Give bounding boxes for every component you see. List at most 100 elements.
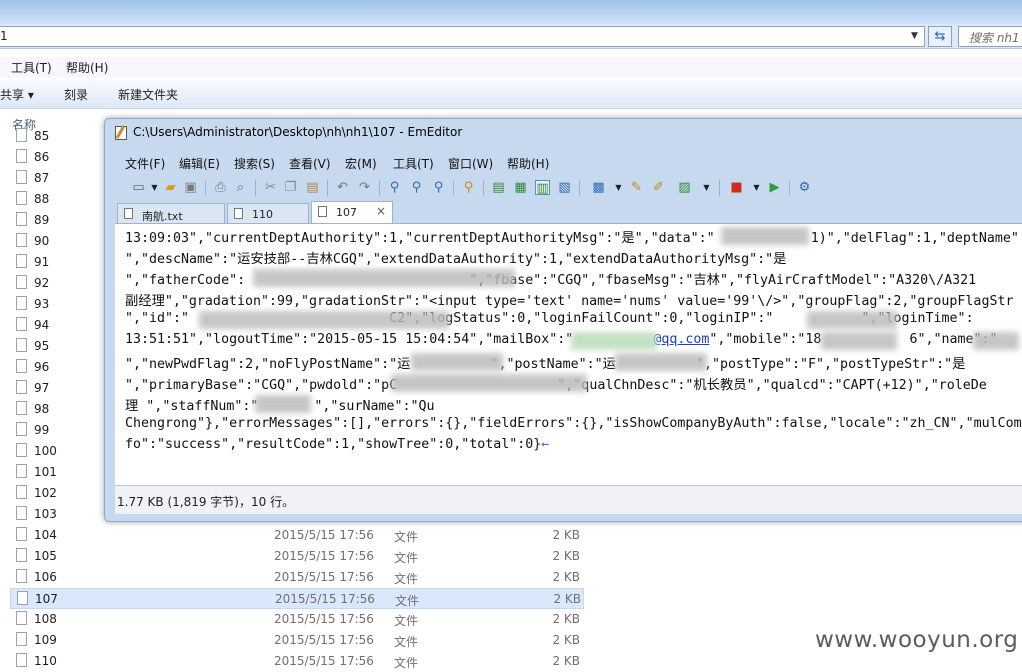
file-type: 文件 (394, 656, 419, 670)
explorer-command-bar: 共享 ▾ 刻录 新建文件夹 (0, 80, 1022, 109)
file-icon (16, 149, 27, 163)
find-in-files-icon[interactable]: ⚲ (461, 180, 476, 195)
plugin-icon[interactable]: ⚙ (797, 180, 812, 195)
macro-dropdown-icon[interactable]: ▼ (749, 180, 764, 195)
run-macro-icon[interactable]: ▶ (767, 180, 782, 195)
file-name: 92 (34, 276, 50, 290)
document-icon (234, 208, 243, 219)
address-field[interactable]: 1 ▼ (0, 26, 925, 47)
line-text: 13:51:51","logoutTime":"2015-05-15 15:04… (125, 332, 574, 347)
toolbar-separator (379, 180, 380, 196)
menu-search[interactable]: 搜索(S) (234, 155, 275, 172)
copy-icon[interactable]: ❐ (283, 180, 298, 195)
menu-tools[interactable]: 工具(T) (11, 59, 52, 76)
file-row[interactable]: 104 2015/5/15 17:56 文件 2 KB (10, 525, 584, 546)
file-row[interactable]: 106 2015/5/15 17:56 文件 2 KB (10, 567, 584, 588)
menu-window[interactable]: 窗口(W) (448, 155, 493, 172)
share-button[interactable]: 共享 ▾ (0, 86, 34, 103)
redo-icon[interactable]: ↷ (357, 180, 372, 195)
new-file-icon[interactable]: ▭ (131, 180, 146, 195)
file-type: 文件 (394, 551, 419, 565)
file-icon (16, 254, 27, 268)
tab-107[interactable]: 107 × (311, 201, 393, 223)
new-dropdown-icon[interactable]: ▼ (147, 180, 162, 195)
tab-110[interactable]: 110 (227, 203, 309, 223)
text-line: 副经理","gradation":99,"gradationStr":"<inp… (125, 294, 1014, 309)
email-link[interactable]: @qq.com (653, 332, 709, 347)
redaction-blur (615, 353, 707, 371)
file-row[interactable]: 105 2015/5/15 17:56 文件 2 KB (10, 546, 584, 567)
text-line: 13:09:03","currentDeptAuthority":1,"curr… (125, 231, 1019, 246)
menu-macro[interactable]: 宏(M) (345, 155, 377, 172)
file-icon (16, 275, 27, 289)
file-icon (17, 591, 28, 605)
file-row[interactable]: 109 2015/5/15 17:56 文件 2 KB (10, 630, 584, 651)
menu-file[interactable]: 文件(F) (125, 155, 165, 172)
stop-macro-icon[interactable]: ■ (729, 180, 744, 195)
text-line: fo":"success","resultCode":1,"showTree":… (125, 437, 549, 452)
chart-icon[interactable]: ▨ (677, 180, 692, 195)
redaction-blur (411, 353, 503, 371)
menu-edit[interactable]: 编辑(E) (179, 155, 220, 172)
tab-label: 南航.txt (142, 210, 183, 223)
redaction-blur (199, 311, 449, 329)
file-row[interactable]: 107 2015/5/15 17:56 文件 2 KB (10, 588, 584, 609)
file-name: 104 (34, 528, 57, 542)
status-bar: 1.77 KB (1,819 字节)，10 行。 (115, 485, 1022, 514)
chart-dropdown-icon[interactable]: ▼ (699, 180, 714, 195)
burn-button[interactable]: 刻录 (64, 86, 88, 103)
menu-tools[interactable]: 工具(T) (393, 155, 434, 172)
encoding-icon[interactable]: ▩ (591, 180, 606, 195)
refresh-icon: ⇆ (934, 29, 946, 44)
redaction-blur (571, 332, 657, 350)
refresh-button[interactable]: ⇆ (928, 26, 952, 47)
redaction-blur (255, 395, 311, 413)
properties-icon[interactable]: ✐ (651, 180, 666, 195)
file-row[interactable]: 108 2015/5/15 17:56 文件 2 KB (10, 609, 584, 630)
find-icon[interactable]: ⚲ (387, 180, 402, 195)
print-icon[interactable]: ⎙ (213, 180, 228, 195)
customize-icon[interactable]: ✎ (629, 180, 644, 195)
file-icon (16, 548, 27, 562)
word-wrap-icon[interactable]: ▤ (491, 180, 506, 195)
chevron-down-icon[interactable]: ▼ (911, 31, 918, 41)
wrap-by-page-icon[interactable]: ▥ (535, 180, 550, 196)
close-tab-icon[interactable]: × (376, 204, 386, 218)
undo-icon[interactable]: ↶ (335, 180, 350, 195)
tab-label: 110 (252, 208, 273, 221)
file-icon (16, 443, 27, 457)
menu-view[interactable]: 查看(V) (289, 155, 331, 172)
cut-icon[interactable]: ✂ (263, 180, 278, 195)
open-folder-icon[interactable]: ▰ (163, 180, 178, 195)
text-line: ","descName":"运安技部--吉林CGQ","extendDataAu… (125, 252, 787, 267)
tab-nanhang[interactable]: 南航.txt (117, 203, 225, 223)
file-icon (16, 611, 27, 625)
print-preview-icon[interactable]: ⌕ (233, 180, 248, 195)
wrap-by-window-icon[interactable]: ▦ (513, 180, 528, 195)
file-date: 2015/5/15 17:56 (274, 528, 374, 542)
address-text: 1 (0, 29, 8, 43)
menu-help[interactable]: 帮助(H) (66, 59, 108, 76)
toolbar-separator (579, 180, 580, 196)
find-previous-icon[interactable]: ⚲ (431, 180, 446, 195)
file-size: 2 KB (552, 570, 580, 584)
file-name: 110 (34, 654, 57, 668)
fit-window-icon[interactable]: ▧ (557, 180, 572, 195)
search-input[interactable]: 搜索 nh1 (958, 26, 1022, 47)
save-icon[interactable]: ▣ (183, 180, 198, 195)
file-name: 98 (34, 402, 50, 416)
file-size: 2 KB (552, 654, 580, 668)
file-icon (16, 128, 27, 142)
toolbar-separator (483, 180, 484, 196)
new-folder-button[interactable]: 新建文件夹 (118, 86, 178, 103)
file-icon (16, 422, 27, 436)
file-icon (16, 338, 27, 352)
file-type: 文件 (394, 572, 419, 586)
encoding-dropdown-icon[interactable]: ▼ (611, 180, 626, 195)
text-editor-area[interactable]: 13:09:03","currentDeptAuthority":1,"curr… (115, 223, 1022, 486)
menu-help[interactable]: 帮助(H) (507, 155, 549, 172)
file-name: 97 (34, 381, 50, 395)
find-next-icon[interactable]: ⚲ (409, 180, 424, 195)
emeditor-window: C:\Users\Administrator\Desktop\nh\nh1\10… (104, 118, 1022, 522)
paste-icon[interactable]: ▤ (305, 180, 320, 195)
